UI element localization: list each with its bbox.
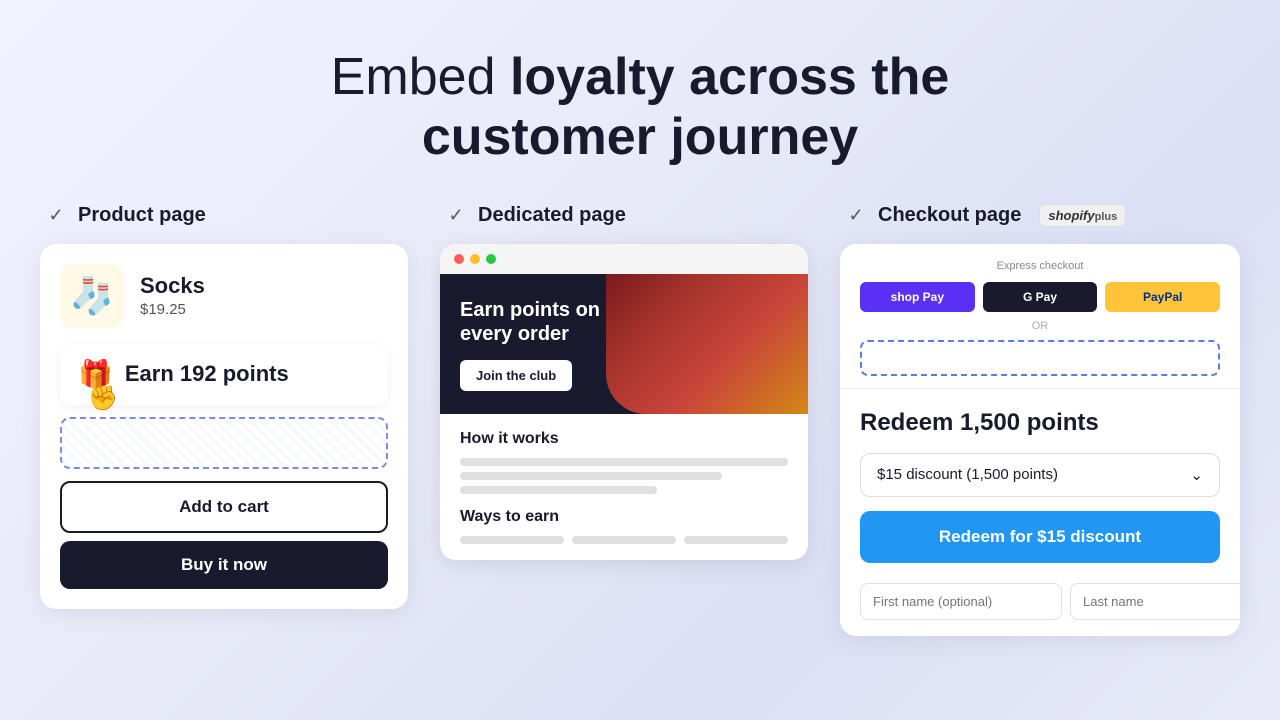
columns-container: ✓ Product page 🧦 Socks $19.25 🎁 Earn 192… (0, 204, 1280, 636)
browser-dot-green (486, 254, 496, 264)
loading-bar-3 (460, 486, 657, 494)
checkout-dashed-input[interactable] (860, 340, 1220, 376)
dedicated-page-label: Dedicated page (478, 204, 626, 227)
hero-title: Earn points on every order (460, 298, 640, 346)
checkout-form (840, 583, 1240, 636)
product-card: 🧦 Socks $19.25 🎁 Earn 192 points ✊ Add t… (40, 244, 408, 609)
hero-section: Earn points on every order Join the club (440, 274, 808, 414)
loading-bar-1 (460, 458, 788, 466)
browser-dot-yellow (470, 254, 480, 264)
loyalty-widget-dashed-box (60, 417, 388, 469)
shop-pay-button[interactable]: shop Pay (860, 282, 975, 312)
shopify-plus-badge: shopifyplus (1039, 204, 1126, 227)
checkout-page-label: Checkout page (878, 204, 1021, 227)
how-it-works-loading-bars (460, 458, 788, 494)
product-name: Socks (140, 273, 205, 299)
dedicated-page-column: ✓ Dedicated page Earn points on every or… (440, 204, 808, 560)
add-to-cart-button[interactable]: Add to cart (60, 481, 388, 533)
dedicated-page-label-row: ✓ Dedicated page (440, 204, 626, 228)
product-image: 🧦 (60, 264, 124, 328)
dedicated-card: Earn points on every order Join the club… (440, 244, 808, 560)
how-it-works-title: How it works (460, 430, 788, 448)
product-page-checkmark: ✓ (44, 204, 68, 228)
ways-grid-item-2 (572, 536, 676, 544)
browser-bar (440, 244, 808, 274)
hero-text: Earn points on every order Join the club (460, 298, 788, 391)
page-header: Embed loyalty across thecustomer journey (331, 48, 950, 168)
browser-dot-red (454, 254, 464, 264)
redeem-section: Redeem 1,500 points $15 discount (1,500 … (840, 389, 1240, 583)
ways-grid-item-3 (684, 536, 788, 544)
product-price: $19.25 (140, 301, 205, 318)
paypal-label: PayPal (1143, 290, 1182, 304)
join-club-button[interactable]: Join the club (460, 360, 572, 391)
cursor-icon: ✊ (88, 384, 118, 413)
product-page-label: Product page (78, 204, 206, 227)
product-page-label-row: ✓ Product page (40, 204, 206, 228)
ways-to-earn-grid (460, 536, 788, 544)
payment-buttons: shop Pay G Pay PayPal (860, 282, 1220, 312)
product-header: 🧦 Socks $19.25 (60, 264, 388, 328)
checkout-page-label-row: ✓ Checkout page shopifyplus (840, 204, 1126, 228)
dedicated-body: How it works Ways to earn (440, 414, 808, 560)
redeem-button[interactable]: Redeem for $15 discount (860, 511, 1220, 563)
express-checkout-label: Express checkout (860, 260, 1220, 272)
header-bold-text: loyalty across thecustomer journey (422, 48, 949, 166)
checkout-card: Express checkout shop Pay G Pay PayPal O… (840, 244, 1240, 636)
ways-to-earn-title: Ways to earn (460, 508, 788, 526)
discount-option-label: $15 discount (1,500 points) (877, 466, 1058, 483)
product-page-column: ✓ Product page 🧦 Socks $19.25 🎁 Earn 192… (40, 204, 408, 609)
checkout-page-column: ✓ Checkout page shopifyplus Express chec… (840, 204, 1240, 636)
chevron-down-icon: ⌄ (1190, 466, 1203, 484)
shop-pay-label: shop Pay (891, 290, 944, 304)
ways-grid-item-1 (460, 536, 564, 544)
google-pay-label: G Pay (1023, 290, 1057, 304)
earn-points-text: Earn 192 points (125, 361, 289, 387)
discount-dropdown[interactable]: $15 discount (1,500 points) ⌄ (860, 453, 1220, 497)
first-name-input[interactable] (860, 583, 1062, 620)
last-name-input[interactable] (1070, 583, 1240, 620)
redeem-title: Redeem 1,500 points (860, 409, 1220, 437)
earn-points-banner: 🎁 Earn 192 points ✊ (60, 344, 388, 405)
google-pay-button[interactable]: G Pay (983, 282, 1098, 312)
loading-bar-2 (460, 472, 722, 480)
dedicated-page-checkmark: ✓ (444, 204, 468, 228)
or-divider: OR (860, 320, 1220, 332)
paypal-button[interactable]: PayPal (1105, 282, 1220, 312)
product-info: Socks $19.25 (140, 273, 205, 318)
buy-now-button[interactable]: Buy it now (60, 541, 388, 589)
checkout-page-checkmark: ✓ (844, 204, 868, 228)
header-light-text: Embed (331, 48, 496, 106)
express-checkout-section: Express checkout shop Pay G Pay PayPal O… (840, 244, 1240, 389)
sock-icon: 🧦 (70, 275, 115, 317)
